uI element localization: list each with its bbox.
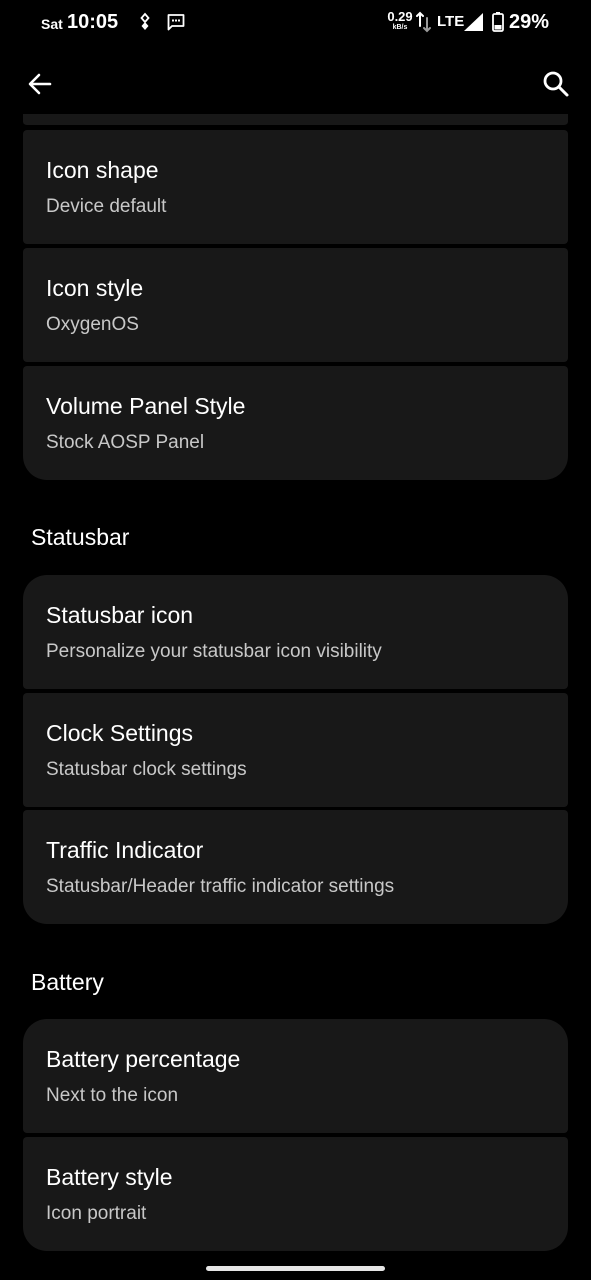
- settings-item-icon-shape[interactable]: Icon shape Device default: [23, 130, 568, 244]
- search-button[interactable]: [536, 64, 576, 104]
- network-speed-unit: kB/s: [392, 24, 408, 31]
- section-header-statusbar: Statusbar: [31, 524, 130, 550]
- status-bar: Sat 10:05 0.29 kB/s LTE 29%: [0, 0, 591, 44]
- settings-item-statusbar-icon[interactable]: Statusbar icon Personalize your statusba…: [23, 575, 568, 689]
- toolbar: [0, 60, 591, 108]
- back-button[interactable]: [20, 64, 60, 104]
- item-subtitle: Device default: [46, 196, 167, 217]
- status-day: Sat: [41, 16, 63, 32]
- item-title: Battery style: [46, 1164, 173, 1190]
- message-icon: [167, 14, 185, 31]
- signal-icon: [464, 13, 483, 31]
- settings-item-volume-panel-style[interactable]: Volume Panel Style Stock AOSP Panel: [23, 366, 568, 480]
- item-subtitle: OxygenOS: [46, 314, 139, 335]
- item-subtitle: Statusbar/Header traffic indicator setti…: [46, 876, 395, 897]
- item-title: Statusbar icon: [46, 602, 194, 628]
- status-time: 10:05: [67, 11, 119, 33]
- item-title: Battery percentage: [46, 1046, 241, 1072]
- item-title: Clock Settings: [46, 720, 194, 746]
- item-subtitle: Icon portrait: [46, 1203, 147, 1224]
- item-subtitle: Personalize your statusbar icon visibili…: [46, 641, 382, 662]
- settings-item-battery-style[interactable]: Battery style Icon portrait: [23, 1137, 568, 1251]
- item-title: Icon style: [46, 275, 144, 301]
- item-title: Traffic Indicator: [46, 837, 204, 863]
- network-speed-value: 0.29: [387, 9, 413, 24]
- scrolled-card-edge: [23, 114, 568, 126]
- battery-percent: 29%: [509, 11, 550, 33]
- section-header-battery: Battery: [31, 969, 104, 995]
- item-subtitle: Statusbar clock settings: [46, 759, 247, 780]
- gesture-navigation-bar[interactable]: [206, 1266, 385, 1271]
- settings-item-icon-style[interactable]: Icon style OxygenOS: [23, 248, 568, 362]
- data-arrows-icon: [416, 11, 431, 33]
- settings-item-clock-settings[interactable]: Clock Settings Statusbar clock settings: [23, 693, 568, 807]
- item-subtitle: Next to the icon: [46, 1085, 179, 1106]
- search-icon: [543, 71, 569, 97]
- item-title: Volume Panel Style: [46, 393, 246, 419]
- arrow-back-icon: [28, 73, 52, 95]
- settings-item-traffic-indicator[interactable]: Traffic Indicator Statusbar/Header traff…: [23, 810, 568, 924]
- settings-item-battery-percentage[interactable]: Battery percentage Next to the icon: [23, 1019, 568, 1133]
- battery-icon: [492, 12, 504, 32]
- network-type: LTE: [437, 13, 465, 30]
- item-title: Icon shape: [46, 157, 159, 183]
- vpn-key-icon: [140, 12, 150, 30]
- network-speed: 0.29 kB/s: [384, 10, 416, 31]
- settings-screen: Sat 10:05 0.29 kB/s LTE 29% Icon shape D…: [0, 0, 591, 1280]
- item-subtitle: Stock AOSP Panel: [46, 432, 205, 453]
